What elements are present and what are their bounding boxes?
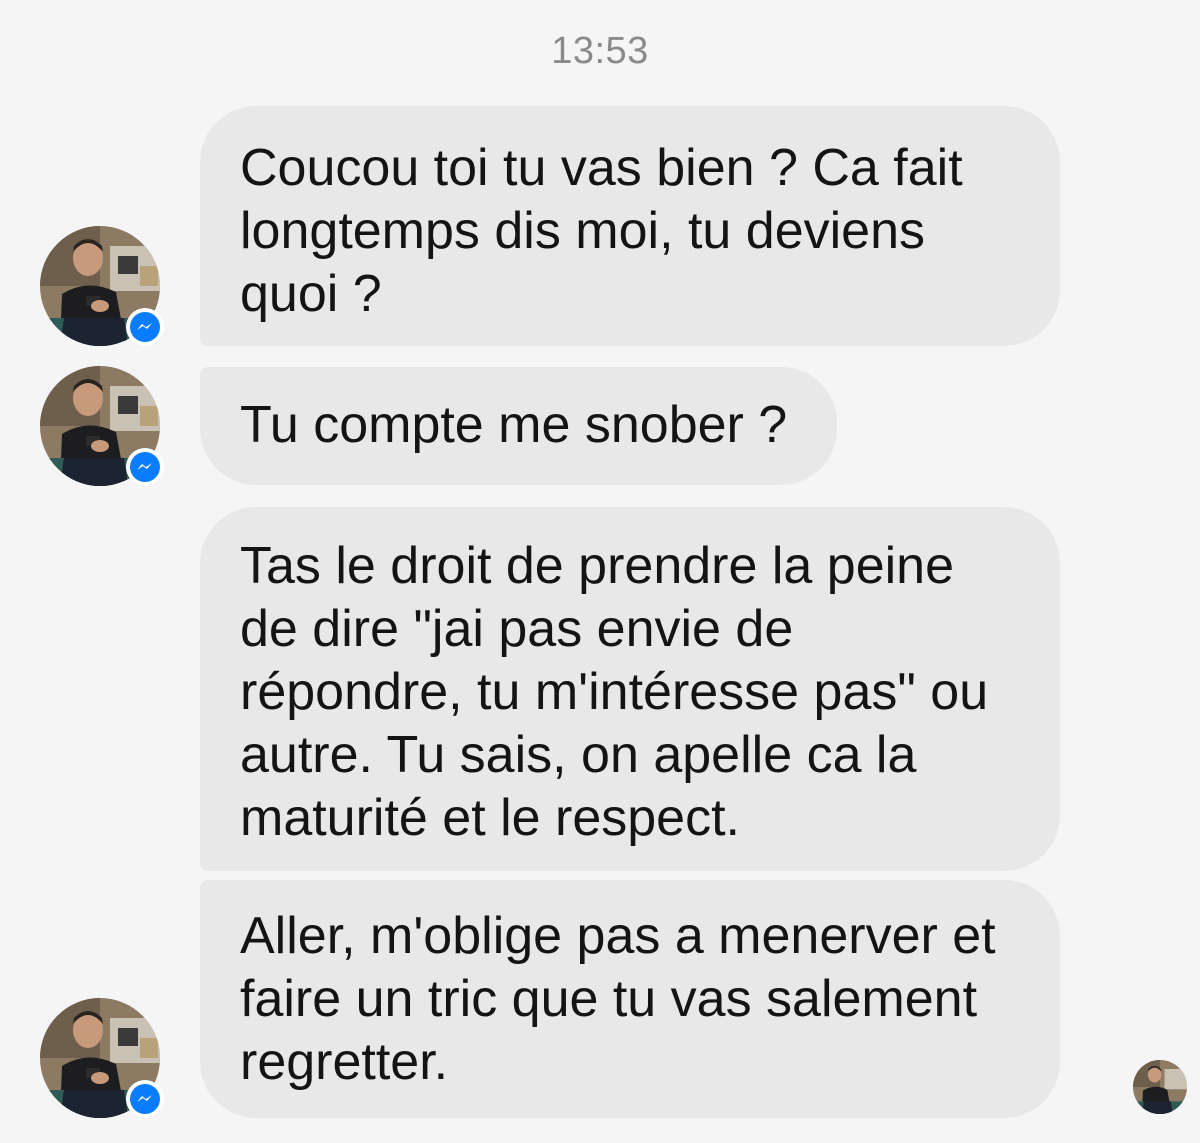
message-line: de dire "jai pas envie de [240,600,794,658]
message-line: faire un tric que tu vas salement [240,970,978,1028]
timestamp: 13:53 [551,30,649,72]
message-line: quoi ? [240,265,382,323]
message-line: maturité et le respect. [240,789,740,847]
conversation-view: 13:53 Coucou toi tu vas bien ? Ca fait l… [0,0,1200,1143]
message-bubble[interactable]: Tas le droit de prendre la peine de dire… [200,507,1060,871]
message-line: autre. Tu sais, on apelle ca la [240,726,917,784]
messenger-icon [126,1080,164,1118]
message-line: regretter. [240,1033,449,1091]
message-line: Coucou toi tu vas bien ? Ca fait [240,139,963,197]
sender-avatar[interactable] [40,366,164,486]
message-bubble[interactable]: Tu compte me snober ? [200,367,837,485]
message-line: répondre, tu m'intéresse pas" ou [240,663,989,721]
messenger-icon [126,448,164,486]
message-line: Aller, m'oblige pas a menerver et [240,907,996,965]
message-bubble[interactable]: Coucou toi tu vas bien ? Ca fait longtem… [200,106,1060,346]
message-line: longtemps dis moi, tu deviens [240,202,926,260]
seen-avatar-icon [1133,1060,1187,1114]
sender-avatar[interactable] [40,226,164,346]
message-line: Tas le droit de prendre la peine [240,537,955,595]
sender-avatar[interactable] [40,998,164,1118]
message-bubble[interactable]: Aller, m'oblige pas a menerver et faire … [200,880,1060,1118]
messenger-icon [126,308,164,346]
message-line: Tu compte me snober ? [240,396,788,454]
